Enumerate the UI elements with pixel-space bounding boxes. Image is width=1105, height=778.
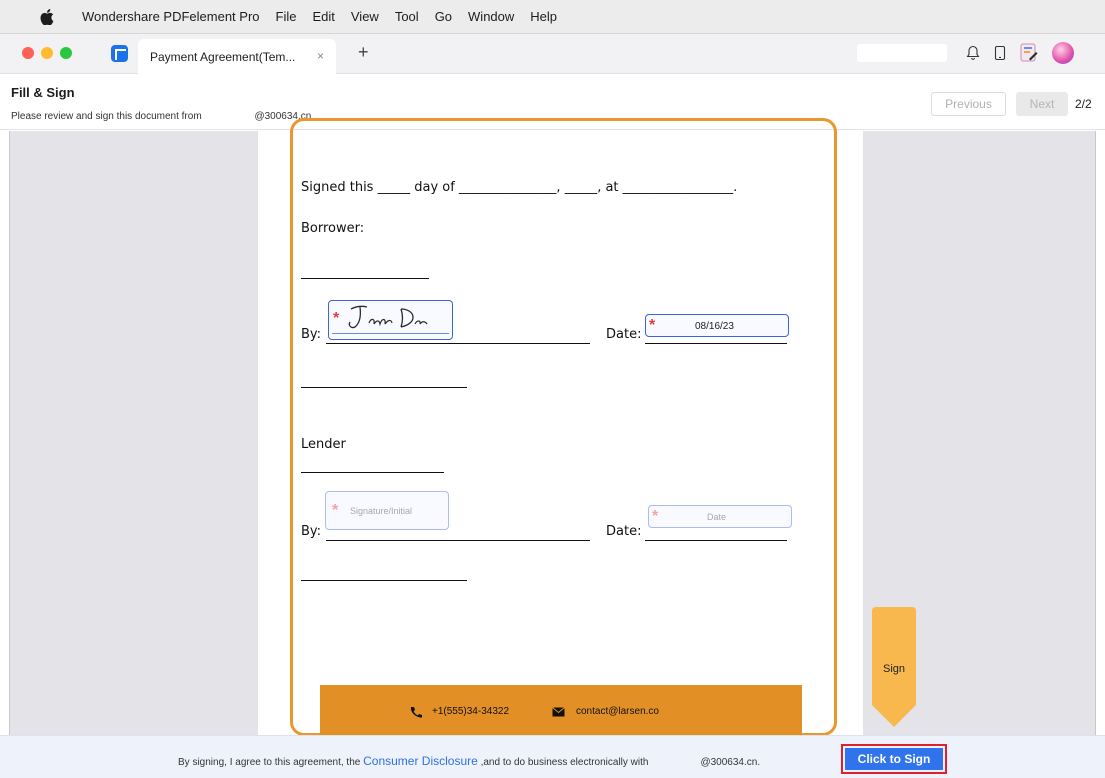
right-edge: [1096, 131, 1105, 735]
lender-date-label: Date:: [606, 524, 642, 539]
agreement-text: By signing, I agree to this agreement, t…: [178, 754, 760, 768]
tab-bar: Payment Agreement(Tem... × +: [0, 34, 1105, 74]
pdfelement-logo-icon[interactable]: [111, 45, 128, 62]
menu-app-name[interactable]: Wondershare PDFelement Pro: [80, 9, 268, 24]
page-indicator: 2/2: [1075, 97, 1092, 111]
signature-placeholder: Signature/Initial: [350, 506, 413, 516]
menu-help[interactable]: Help: [522, 9, 565, 24]
form-icon[interactable]: [1020, 43, 1038, 63]
borrower-date-label: Date:: [606, 327, 642, 342]
new-tab-button[interactable]: +: [358, 42, 369, 63]
tab-close-icon[interactable]: ×: [317, 49, 324, 63]
previous-button[interactable]: Previous: [931, 92, 1006, 116]
menu-bar: Wondershare PDFelement Pro File Edit Vie…: [0, 0, 1105, 34]
required-asterisk: *: [649, 317, 656, 334]
click-to-sign-button[interactable]: Click to Sign: [845, 748, 943, 770]
agree-suffix: ,and to do business electronically with: [477, 757, 649, 768]
zoom-window-button[interactable]: [60, 47, 72, 59]
required-asterisk: *: [652, 508, 659, 525]
borrower-signature-field[interactable]: *: [328, 300, 453, 340]
lender-signature-line: [326, 540, 590, 541]
lender-date-field[interactable]: * Date: [648, 505, 792, 528]
minimize-window-button[interactable]: [41, 47, 53, 59]
lender-signature-field[interactable]: * Signature/Initial: [325, 491, 449, 530]
menu-edit[interactable]: Edit: [304, 9, 342, 24]
page-border: [290, 118, 837, 736]
next-button[interactable]: Next: [1016, 92, 1068, 116]
click-to-sign-button-frame: Click to Sign: [841, 744, 947, 774]
footer-email: contact@larsen.co: [576, 706, 659, 717]
signed-this-line: Signed this _____ day of _______________…: [301, 180, 738, 195]
menu-file[interactable]: File: [268, 9, 305, 24]
menu-go[interactable]: Go: [427, 9, 460, 24]
handwritten-signature: [348, 305, 428, 329]
footer-phone: +1(555)34-34322: [432, 706, 510, 717]
lender-name-line: [301, 472, 444, 473]
page-title: Fill & Sign: [11, 85, 75, 100]
agree-prefix: By signing, I agree to this agreement, t…: [178, 757, 364, 768]
borrower-extra-line: [301, 387, 467, 388]
bell-icon[interactable]: [966, 45, 980, 61]
sign-flag-label[interactable]: Sign: [872, 663, 916, 675]
toolbar-icons: [966, 42, 1074, 64]
menu-window[interactable]: Window: [460, 9, 522, 24]
borrower-by-label: By:: [301, 327, 322, 342]
apple-icon[interactable]: [40, 9, 54, 25]
required-asterisk: *: [333, 310, 340, 327]
phone-icon: [410, 707, 422, 718]
close-window-button[interactable]: [22, 47, 34, 59]
borrower-date-value: 08/16/23: [695, 321, 734, 332]
borrower-signature-line: [326, 343, 590, 344]
borrower-name-line: [301, 278, 429, 279]
avatar[interactable]: [1052, 42, 1074, 64]
borrower-date-line: [645, 343, 787, 344]
required-asterisk: *: [332, 502, 339, 519]
lender-label: Lender: [301, 437, 346, 452]
signature-caption: [332, 333, 449, 337]
borrower-date-field[interactable]: * 08/16/23: [645, 314, 789, 337]
lender-date-line: [645, 540, 787, 541]
consumer-disclosure-link[interactable]: Consumer Disclosure: [363, 754, 478, 768]
tab-title: Payment Agreement(Tem...: [150, 50, 296, 64]
date-placeholder: Date: [707, 512, 727, 522]
review-instructions: Please review and sign this document fro…: [11, 111, 311, 122]
lender-extra-line: [301, 580, 467, 581]
search-input[interactable]: [857, 44, 947, 62]
borrower-label: Borrower:: [301, 221, 365, 236]
menu-view[interactable]: View: [343, 9, 387, 24]
email-icon: [552, 707, 565, 717]
review-text: Please review and sign this document fro…: [11, 111, 202, 122]
window-controls: [22, 47, 72, 59]
menu-tool[interactable]: Tool: [387, 9, 427, 24]
lender-by-label: By:: [301, 524, 322, 539]
tab-payment-agreement[interactable]: Payment Agreement(Tem... ×: [138, 39, 336, 74]
tablet-icon[interactable]: [994, 45, 1006, 61]
bottom-sender-email: @300634.cn.: [700, 757, 761, 768]
left-edge: [0, 131, 9, 735]
